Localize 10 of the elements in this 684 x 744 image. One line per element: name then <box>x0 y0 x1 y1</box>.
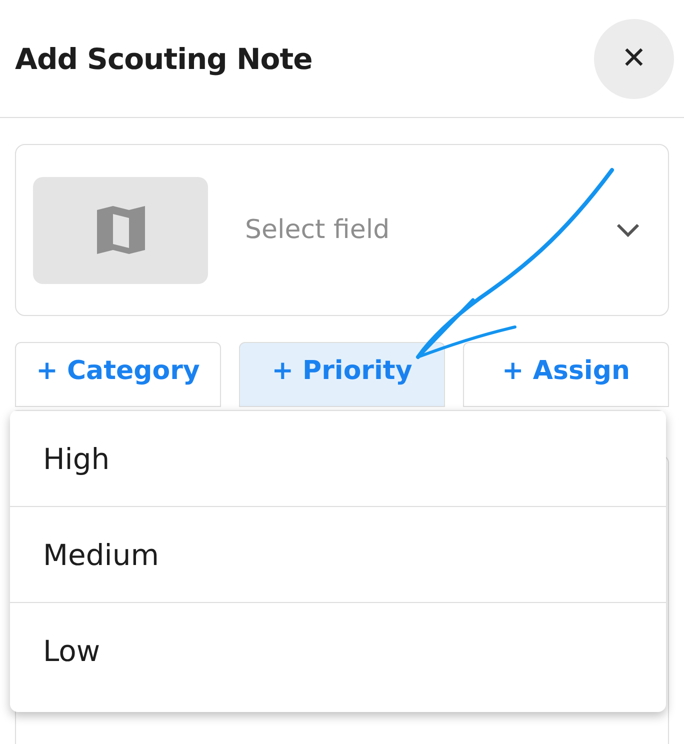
chevron-down-icon <box>616 223 640 237</box>
select-placeholder: Select field <box>245 215 391 245</box>
menu-item[interactable]: High <box>10 410 666 506</box>
chip-button[interactable]: + Assign <box>463 342 669 407</box>
menu-item[interactable]: Medium <box>10 506 666 602</box>
close-button[interactable]: ✕ <box>594 18 674 98</box>
map-icon <box>96 206 144 254</box>
menu-item[interactable]: Low <box>10 602 666 712</box>
dialog-title: Add Scouting Note <box>15 42 312 76</box>
chip-button[interactable]: + Category <box>15 342 221 407</box>
